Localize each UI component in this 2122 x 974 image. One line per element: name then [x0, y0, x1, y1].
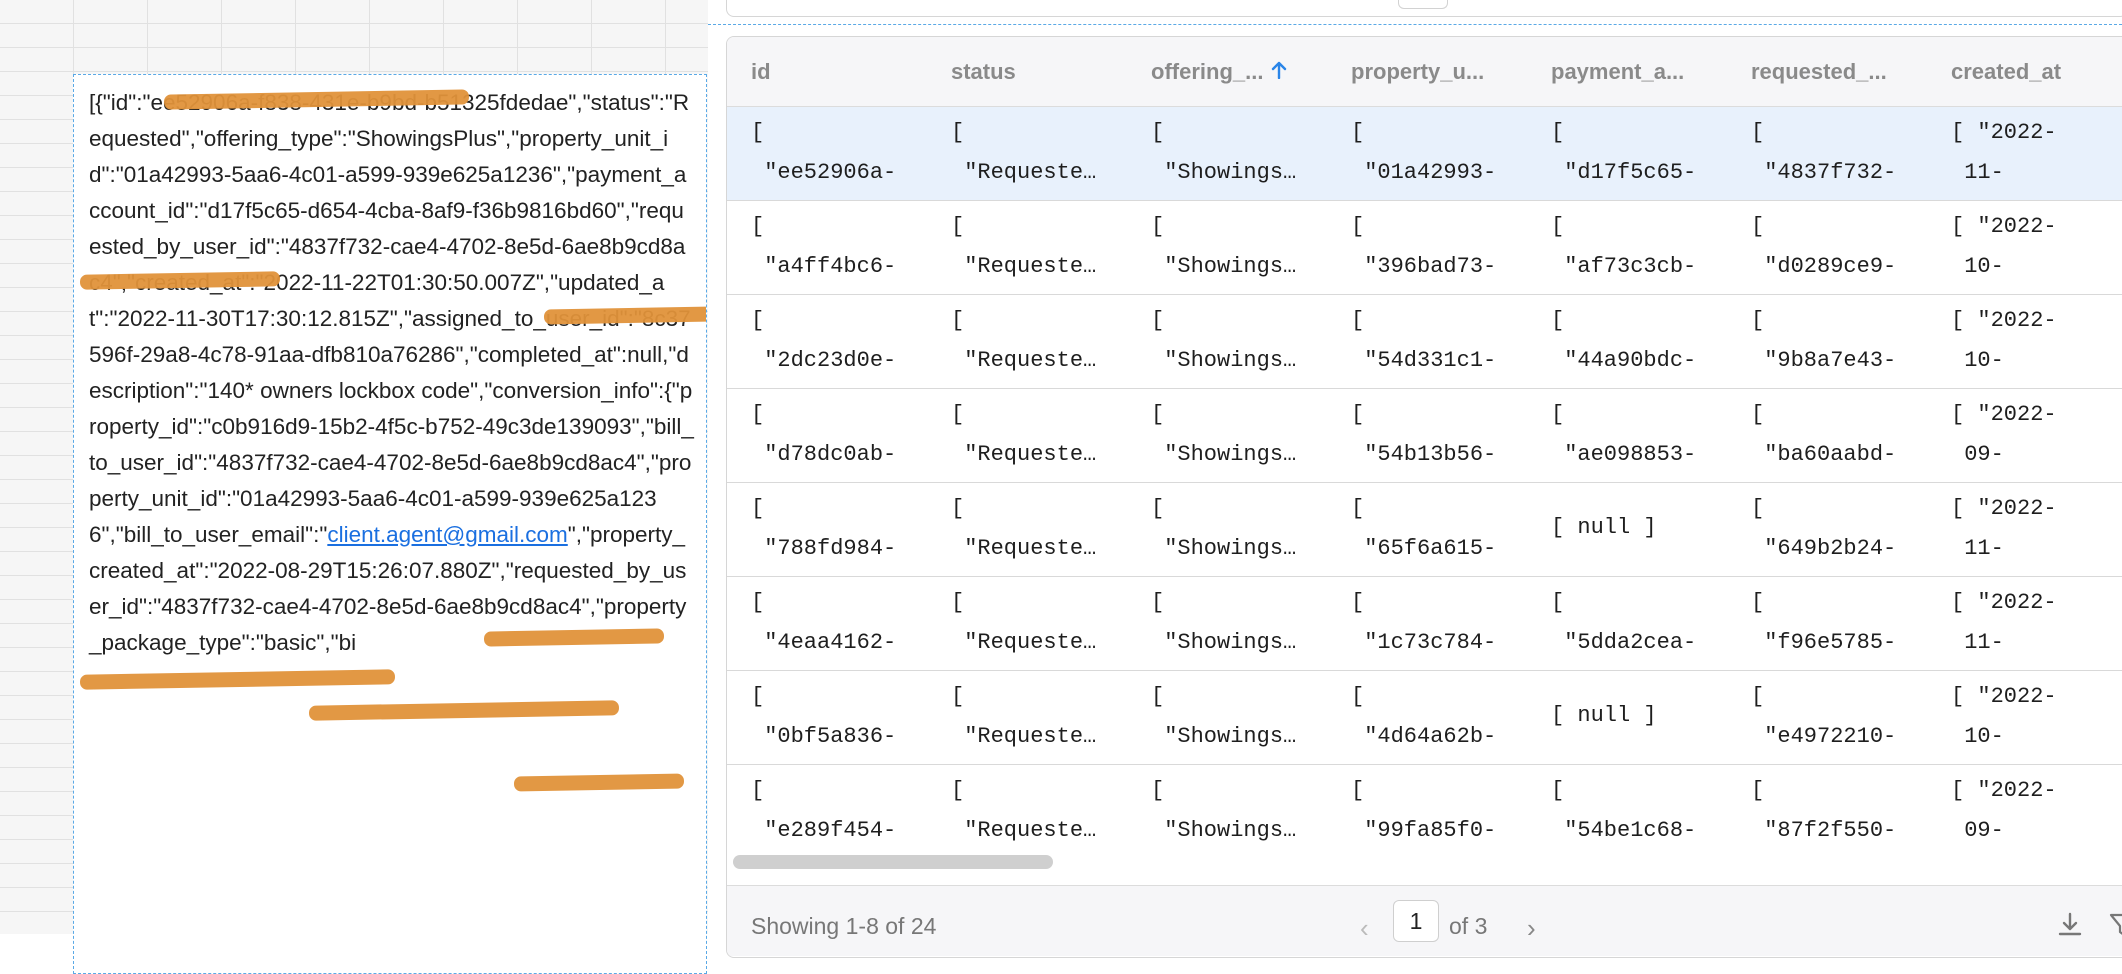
cell-created-at[interactable]: [ "2022- 09- 30T13:1: [1951, 395, 2122, 482]
column-header-property-unit-id[interactable]: property_u...: [1351, 37, 1484, 106]
cell-requested-by-user-id[interactable]: [ "d0289ce9- 4c1f-4d22: [1751, 207, 1931, 294]
cell-payment-account-id[interactable]: [ "af73c3cb- 0b9d-4e25: [1551, 207, 1731, 294]
cell-offering-type[interactable]: [ "Showings… ]: [1151, 771, 1331, 858]
cell-id[interactable]: [ "0bf5a836- 7d4b-4b2c: [751, 677, 931, 764]
cell-property-unit-id[interactable]: [ "54b13b56- 1222-4f41: [1351, 395, 1531, 482]
cell-payment-account-id[interactable]: [ "54be1c68- 1b13-4d9a: [1551, 771, 1731, 858]
filter-icon[interactable]: [2107, 910, 2122, 940]
row-count-label: Showing 1-8 of 24: [751, 913, 937, 939]
redaction-mark: [513, 773, 685, 792]
cell-id[interactable]: [ "e289f454- 4f9c-4e15: [751, 771, 931, 858]
cell-payment-account-id[interactable]: [ "d17f5c65- d654-4cba: [1551, 113, 1731, 200]
cell-requested-by-user-id[interactable]: [ "649b2b24- 4f22-4cd1: [1751, 489, 1931, 576]
cell-requested-by-user-id[interactable]: [ "f96e5785- 2c66-4d39: [1751, 583, 1931, 670]
cell-property-unit-id[interactable]: [ "1c73c784- 6c17-4f8d: [1351, 583, 1531, 670]
column-header-created-at[interactable]: created_at: [1951, 37, 2061, 106]
cell-payment-account-id[interactable]: [ "5dda2cea- 44ac-4b8e: [1551, 583, 1731, 670]
cell-payment-account-id[interactable]: [ null ]: [1551, 508, 1731, 548]
table-footer: Showing 1-8 of 24 ‹ 1 of 3 ›: [727, 885, 2122, 956]
column-header-status[interactable]: status: [951, 37, 1016, 106]
results-table-panel: id status offering_... property_u... pay…: [726, 36, 2122, 958]
page-number-input[interactable]: 1: [1393, 900, 1439, 942]
cell-status[interactable]: [ "Requeste… ]: [951, 113, 1131, 200]
sort-ascending-icon[interactable]: [1271, 37, 1287, 106]
cell-id[interactable]: [ "d78dc0ab- 9d61-4e2f: [751, 395, 931, 482]
cell-offering-type[interactable]: [ "Showings… ]: [1151, 395, 1331, 482]
page-total-label: of 3: [1449, 913, 1488, 939]
frame-divider: [708, 24, 2122, 25]
cell-status[interactable]: [ "Requeste… ]: [951, 301, 1131, 388]
cell-status[interactable]: [ "Requeste… ]: [951, 583, 1131, 670]
cell-created-at[interactable]: [ "2022- 10- 27T15:3: [1951, 207, 2122, 294]
table-header: id status offering_... property_u... pay…: [727, 37, 2122, 107]
email-link[interactable]: client.agent@gmail.com: [327, 522, 567, 547]
cell-requested-by-user-id[interactable]: [ "9b8a7e43- 3a6d-4f40: [1751, 301, 1931, 388]
cell-offering-type[interactable]: [ "Showings… ]: [1151, 677, 1331, 764]
cell-created-at[interactable]: [ "2022- 11- 04T18:2: [1951, 489, 2122, 576]
column-header-payment-account-id[interactable]: payment_a...: [1551, 37, 1684, 106]
cell-requested-by-user-id[interactable]: [ "e4972210- 7e5a-4b68: [1751, 677, 1931, 764]
cell-payment-account-id[interactable]: [ "44a90bdc- 7f3d-4a11: [1551, 301, 1731, 388]
cell-created-at[interactable]: [ "2022- 10- 19T21:0: [1951, 301, 2122, 388]
cell-created-at[interactable]: [ "2022- 09- 14T16:3: [1951, 771, 2122, 858]
cell-created-at[interactable]: [ "2022- 11- 11T09:4: [1951, 583, 2122, 670]
column-header-id[interactable]: id: [751, 37, 771, 106]
cell-property-unit-id[interactable]: [ "54d331c1- a351-4b2d: [1351, 301, 1531, 388]
json-text-node[interactable]: [{"id":"ee52906a-f838-431e-b9bd-b51325fd…: [73, 74, 707, 974]
canvas-grid: [{"id":"ee52906a-f838-431e-b9bd-b51325fd…: [0, 0, 708, 974]
cell-created-at[interactable]: [ "2022- 10- 05T11:5: [1951, 677, 2122, 764]
cell-status[interactable]: [ "Requeste… ]: [951, 489, 1131, 576]
table-row[interactable]: [ "4eaa4162- 3b3d-4a73[ "Requeste… ][ "S…: [727, 577, 2122, 671]
next-page-button[interactable]: ›: [1527, 913, 1536, 944]
download-icon[interactable]: [2055, 910, 2085, 940]
column-header-requested-by-user-id[interactable]: requested_...: [1751, 37, 1887, 106]
json-text: [{"id":"ee52906a-f838-431e-b9bd-b51325fd…: [89, 85, 694, 661]
cell-status[interactable]: [ "Requeste… ]: [951, 395, 1131, 482]
cell-offering-type[interactable]: [ "Showings… ]: [1151, 583, 1331, 670]
previous-page-button[interactable]: ‹: [1360, 913, 1369, 944]
redaction-mark: [79, 669, 396, 690]
cell-property-unit-id[interactable]: [ "99fa85f0- 1b6c-4f4d: [1351, 771, 1531, 858]
cell-status[interactable]: [ "Requeste… ]: [951, 677, 1131, 764]
redaction-mark: [308, 700, 620, 721]
table-row[interactable]: [ "788fd984- 5ab4-41a7[ "Requeste… ][ "S…: [727, 483, 2122, 577]
cell-id[interactable]: [ "a4ff4bc6- 1d9e-4c3a: [751, 207, 931, 294]
redaction-mark: [483, 628, 665, 647]
cell-offering-type[interactable]: [ "Showings… ]: [1151, 207, 1331, 294]
horizontal-scrollbar[interactable]: [727, 849, 2122, 871]
cell-requested-by-user-id[interactable]: [ "4837f732- cae4-4702: [1751, 113, 1931, 200]
cell-id[interactable]: [ "4eaa4162- 3b3d-4a73: [751, 583, 931, 670]
cell-property-unit-id[interactable]: [ "4d64a62b- 0e4d-41ac: [1351, 677, 1531, 764]
cell-id[interactable]: [ "2dc23d0e- 1c5b-4e7a: [751, 301, 931, 388]
cell-created-at[interactable]: [ "2022- 11- 22T01:30: [1951, 113, 2122, 200]
table-row[interactable]: [ "e289f454- 4f9c-4e15[ "Requeste… ][ "S…: [727, 765, 2122, 859]
cell-payment-account-id[interactable]: [ "ae098853- 7f3e-40bf: [1551, 395, 1731, 482]
cell-status[interactable]: [ "Requeste… ]: [951, 771, 1131, 858]
cell-offering-type[interactable]: [ "Showings… ]: [1151, 489, 1331, 576]
cell-id[interactable]: [ "ee52906a- f838-431e: [751, 113, 931, 200]
cell-property-unit-id[interactable]: [ "396bad73- 4b1e-41c2: [1351, 207, 1531, 294]
cell-requested-by-user-id[interactable]: [ "87f2f550- 5f5d-4c4b: [1751, 771, 1931, 858]
cell-property-unit-id[interactable]: [ "65f6a615- 60ab-4a77: [1351, 489, 1531, 576]
table-row[interactable]: [ "0bf5a836- 7d4b-4b2c[ "Requeste… ][ "S…: [727, 671, 2122, 765]
cell-property-unit-id[interactable]: [ "01a42993- 5aa6-4c01: [1351, 113, 1531, 200]
cell-id[interactable]: [ "788fd984- 5ab4-41a7: [751, 489, 931, 576]
redaction-mark: [543, 306, 706, 325]
table-row[interactable]: [ "d78dc0ab- 9d61-4e2f[ "Requeste… ][ "S…: [727, 389, 2122, 483]
cell-requested-by-user-id[interactable]: [ "ba60aabd- 0c1a-4e7d: [1751, 395, 1931, 482]
cell-offering-type[interactable]: [ "Showings… ]: [1151, 301, 1331, 388]
cell-status[interactable]: [ "Requeste… ]: [951, 207, 1131, 294]
scrollbar-thumb[interactable]: [733, 855, 1053, 869]
cell-payment-account-id[interactable]: [ null ]: [1551, 696, 1731, 736]
column-header-offering-type[interactable]: offering_...: [1151, 37, 1287, 106]
previous-page-input: [1398, 0, 1448, 9]
cell-offering-type[interactable]: [ "Showings… ]: [1151, 113, 1331, 200]
table-row[interactable]: [ "a4ff4bc6- 1d9e-4c3a[ "Requeste… ][ "S…: [727, 201, 2122, 295]
table-row[interactable]: [ "2dc23d0e- 1c5b-4e7a[ "Requeste… ][ "S…: [727, 295, 2122, 389]
table-row[interactable]: [ "ee52906a- f838-431e[ "Requeste… ][ "S…: [727, 107, 2122, 201]
